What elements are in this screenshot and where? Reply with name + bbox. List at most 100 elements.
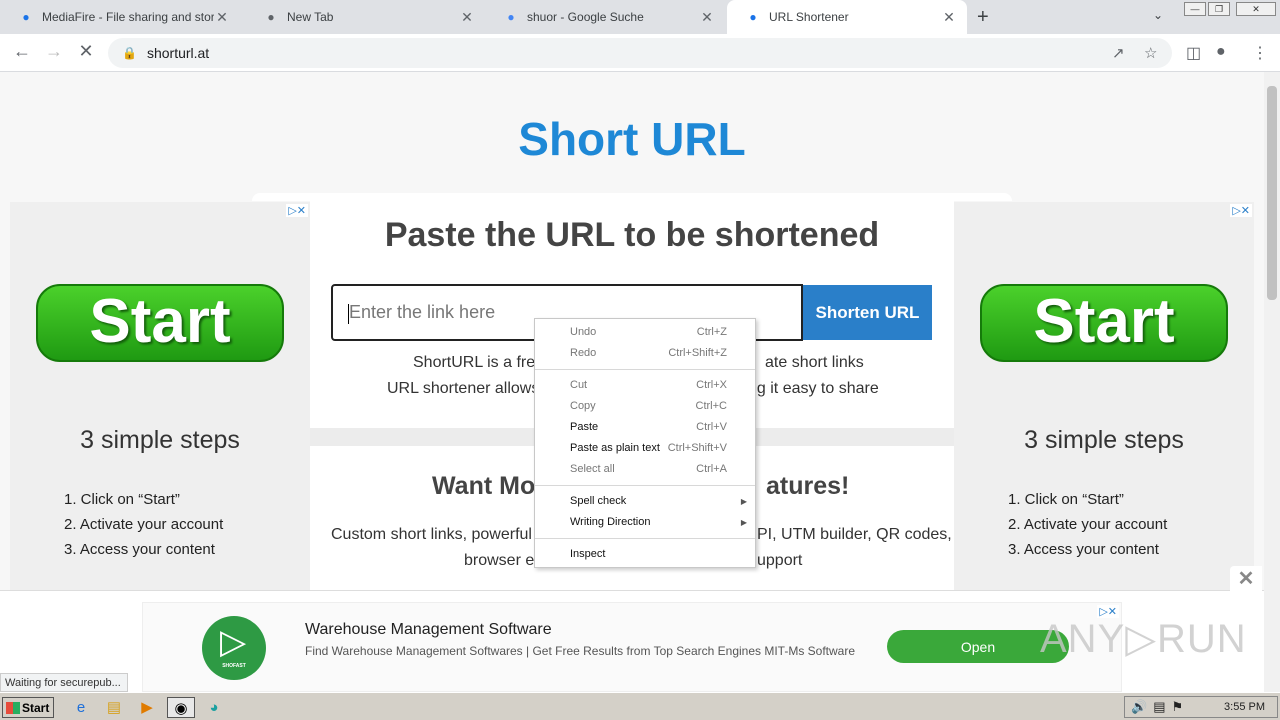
forward-icon[interactable]: → (42, 41, 66, 62)
step-item: 2. Activate your account (64, 516, 224, 533)
tab-shorturl[interactable]: ● URL Shortener ✕ (727, 0, 967, 34)
menu-item-redo[interactable]: Redo Ctrl+Shift+Z (535, 343, 755, 364)
context-menu: Undo Ctrl+Z Redo Ctrl+Shift+Z Cut Ctrl+X Copy C… (534, 318, 756, 568)
address-text[interactable]: shorturl.at (147, 45, 209, 61)
menu-item-label: Copy (570, 400, 596, 412)
tab-search-icon[interactable]: ⌄ (1153, 8, 1163, 22)
step-item: 1. Click on “Start” (64, 491, 180, 508)
menu-kebab-icon[interactable]: ⋮ (1252, 43, 1268, 63)
adchoices-icon[interactable]: ▷✕ (1230, 204, 1252, 217)
new-tab-button[interactable]: + (977, 6, 989, 29)
submenu-arrow-icon: ▶ (740, 518, 747, 527)
bottom-ad-content[interactable]: ▷✕ ▷ SHOFAST Warehouse Management Softwa… (142, 602, 1122, 692)
step-item: 1. Click on “Start” (1008, 491, 1124, 508)
features-title-right: atures! (766, 472, 850, 500)
menu-item-undo[interactable]: Undo Ctrl+Z (535, 322, 755, 343)
chrome-icon: ● (267, 10, 275, 24)
ad-description: Find Warehouse Management Softwares | Ge… (305, 644, 856, 658)
tab-google[interactable]: ● shuor - Google Suche ✕ (485, 0, 725, 34)
menu-item-inspect[interactable]: Inspect (535, 544, 755, 565)
close-ad-icon[interactable]: ✕ (1230, 566, 1262, 592)
ad-logo-text: SHOFAST (222, 663, 246, 669)
bookmark-star-icon[interactable]: ☆ (1144, 44, 1157, 62)
volume-icon[interactable]: 🔊 (1131, 699, 1147, 715)
windows-logo-icon (6, 701, 20, 714)
tab-chrome[interactable]: ● New Tab ✕ (245, 0, 485, 34)
steps-title: 3 simple steps (80, 426, 240, 454)
tab-mediafire[interactable]: ● MediaFire - File sharing and storage m✕ (0, 0, 240, 34)
flag-icon[interactable]: ⚑ (1171, 699, 1183, 715)
menu-item-paste[interactable]: Paste Ctrl+V (535, 417, 755, 438)
ie-icon[interactable]: e (70, 697, 92, 718)
shorten-url-button[interactable]: Shorten URL (803, 285, 932, 340)
system-tray: 🔊 ▤ ⚑ 3:55 PM (1124, 696, 1278, 718)
back-icon[interactable]: ← (10, 41, 34, 62)
chrome-taskbar-icon[interactable]: ◉ (167, 697, 195, 718)
menu-item-select-all[interactable]: Select all Ctrl+A (535, 459, 755, 480)
menu-item-writing-direction[interactable]: Writing Direction ▶ (535, 512, 755, 533)
ad-start-button[interactable]: Start (36, 284, 284, 362)
menu-item-label: Writing Direction (570, 516, 651, 528)
desc-line1-right: ate short links (765, 354, 864, 371)
desc-line2-left: URL shortener allows (387, 380, 540, 397)
steps-list: 1. Click on “Start” 2. Activate your acc… (64, 487, 223, 562)
close-window-button[interactable]: ✕ (1236, 2, 1276, 16)
close-tab-icon[interactable]: ✕ (941, 9, 957, 26)
side-panel-icon[interactable]: ◫ (1186, 43, 1201, 63)
tab-title: URL Shortener (769, 10, 849, 24)
scrollbar-thumb[interactable] (1267, 86, 1277, 300)
media-player-icon[interactable]: ▶ (136, 697, 158, 718)
menu-item-shortcut: Ctrl+Shift+V (667, 442, 727, 454)
desc-line2-right: ng it easy to share (748, 380, 879, 397)
menu-item-shortcut: Ctrl+A (696, 463, 727, 475)
menu-item-shortcut: Ctrl+Shift+Z (668, 347, 727, 359)
start-button[interactable]: Start (2, 697, 54, 718)
google-icon: ● (507, 10, 515, 24)
tab-title: MediaFire - File sharing and storage m (42, 10, 214, 24)
menu-item-shortcut: Ctrl+Z (696, 326, 727, 338)
minimize-button[interactable]: — (1184, 2, 1206, 16)
step-item: 3. Access your content (64, 541, 215, 558)
features-text-1-right: PI, UTM builder, QR codes, (757, 526, 952, 543)
play-icon: ▷ (220, 623, 247, 661)
stop-loading-icon[interactable]: ✕ (74, 41, 98, 62)
address-bar[interactable]: 🔒 shorturl.at ↗ ☆ (108, 38, 1172, 68)
menu-item-paste-as-plain-text[interactable]: Paste as plain text Ctrl+Shift+V (535, 438, 755, 459)
menu-item-label: Redo (570, 347, 597, 359)
explorer-folder-icon[interactable]: ▤ (103, 697, 125, 718)
menu-item-shortcut: Ctrl+C (695, 400, 727, 412)
clock[interactable]: 3:55 PM (1224, 701, 1265, 713)
menu-item-copy[interactable]: Copy Ctrl+C (535, 396, 755, 417)
right-side-ad[interactable]: ▷✕ Start 3 simple steps 1. Click on “Sta… (954, 202, 1254, 590)
status-bubble: Waiting for securepub... (0, 673, 128, 692)
steps-title: 3 simple steps (1024, 426, 1184, 454)
menu-item-shortcut: Ctrl+V (696, 421, 727, 433)
step-item: 2. Activate your account (1008, 516, 1168, 533)
restore-button[interactable]: ❐ (1208, 2, 1230, 16)
menu-item-cut[interactable]: Cut Ctrl+X (535, 375, 755, 396)
anyrun-watermark: ANY▷RUN (1040, 617, 1247, 661)
ad-title[interactable]: Warehouse Management Software (305, 621, 552, 639)
profile-avatar-icon[interactable]: ● (1216, 43, 1226, 61)
menu-separator (535, 485, 755, 486)
close-tab-icon[interactable]: ✕ (459, 9, 475, 26)
desc-line1-left: ShortURL is a free (413, 354, 545, 371)
edge-icon[interactable]: ◕ (203, 697, 225, 718)
ad-logo: ▷ SHOFAST (202, 616, 266, 680)
lock-icon[interactable]: 🔒 (122, 46, 137, 60)
tab-title: shuor - Google Suche (527, 10, 644, 24)
close-tab-icon[interactable]: ✕ (214, 9, 230, 26)
tab-strip: ●MediaFire - File sharing and storage m✕… (0, 0, 1280, 34)
vertical-scrollbar[interactable] (1264, 72, 1280, 692)
ad-start-button[interactable]: Start (980, 284, 1228, 362)
network-icon[interactable]: ▤ (1153, 699, 1165, 715)
features-text-2-right: upport (757, 552, 803, 569)
features-text-1-left: Custom short links, powerful (331, 526, 532, 543)
adchoices-icon[interactable]: ▷✕ (286, 204, 308, 217)
menu-separator (535, 369, 755, 370)
menu-item-label: Paste (570, 421, 599, 433)
share-icon[interactable]: ↗ (1112, 44, 1125, 62)
close-tab-icon[interactable]: ✕ (699, 9, 715, 26)
menu-item-spell-check[interactable]: Spell check ▶ (535, 491, 755, 512)
left-side-ad[interactable]: ▷✕ Start 3 simple steps 1. Click on “Sta… (10, 202, 310, 590)
